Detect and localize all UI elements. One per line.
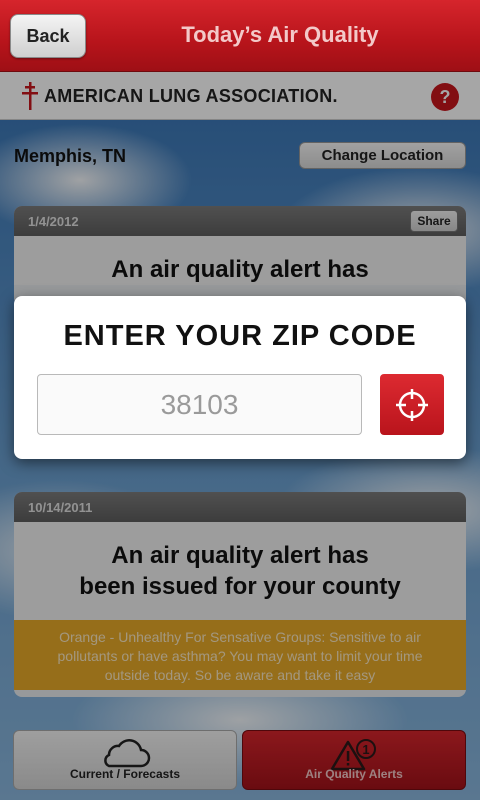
zip-code-dialog: ENTER YOUR ZIP CODE — [14, 296, 466, 459]
dialog-title: ENTER YOUR ZIP CODE — [63, 320, 417, 352]
zip-code-input[interactable] — [37, 374, 362, 435]
back-button[interactable]: Back — [10, 14, 86, 58]
header-bar: Back Today’s Air Quality — [0, 0, 480, 72]
locate-me-button[interactable] — [380, 374, 444, 435]
crosshair-icon — [396, 388, 428, 421]
page-title: Today’s Air Quality — [181, 22, 379, 47]
